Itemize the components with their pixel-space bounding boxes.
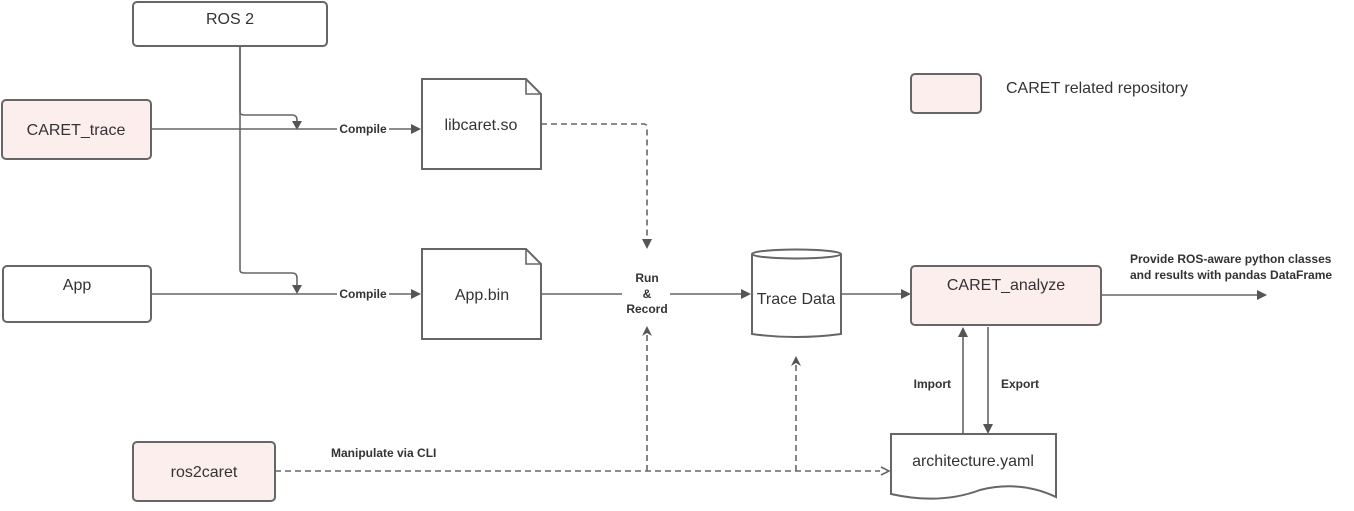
compile-label-top: Compile	[339, 122, 387, 136]
manipulate-label: Manipulate via CLI	[331, 446, 436, 460]
and-text: &	[643, 287, 652, 301]
architecture-diagram: ROS 2 CARET_trace App libcaret.so App.bi…	[1, 1, 1332, 502]
edge-ros2-to-trace-compile	[239, 46, 298, 122]
arrowhead-icon	[411, 124, 421, 134]
record-text: Record	[626, 302, 667, 316]
node-trace-data[interactable]: Trace Data	[751, 248, 842, 338]
legend: CARET related repository	[910, 73, 1188, 114]
node-caret-analyze[interactable]: CARET_analyze	[910, 265, 1102, 326]
arrowhead-icon	[983, 424, 993, 434]
node-architecture-yaml-label: architecture.yaml	[912, 453, 1034, 470]
arrowhead-icon	[411, 289, 421, 299]
arrowhead-icon	[901, 289, 911, 299]
import-label: Import	[914, 377, 951, 391]
arrowhead-icon	[1257, 290, 1267, 300]
node-ros2-label: ROS 2	[206, 11, 254, 28]
node-architecture-yaml[interactable]: architecture.yaml	[890, 433, 1057, 500]
arrowhead-icon	[292, 285, 302, 294]
node-ros2caret-label: ros2caret	[171, 464, 238, 481]
node-ros2[interactable]: ROS 2	[132, 1, 328, 47]
node-libcaret[interactable]: libcaret.so	[421, 78, 542, 170]
node-caret-analyze-label: CARET_analyze	[947, 277, 1065, 294]
arrowhead-icon	[958, 327, 968, 337]
provide-label-line1: Provide ROS-aware python classes	[1130, 252, 1332, 266]
node-app-label: App	[63, 277, 92, 294]
node-ros2caret[interactable]: ros2caret	[132, 441, 276, 502]
legend-label: CARET related repository	[1006, 80, 1188, 97]
node-app-bin-label: App.bin	[455, 287, 509, 304]
edge-libcaret-to-run	[541, 123, 648, 240]
node-app[interactable]: App	[2, 265, 152, 323]
node-caret-trace-label: CARET_trace	[27, 122, 126, 139]
node-libcaret-label: libcaret.so	[445, 117, 518, 134]
arrowhead-icon	[642, 326, 652, 336]
node-app-bin[interactable]: App.bin	[421, 248, 542, 340]
legend-swatch	[910, 73, 982, 114]
run-text: Run	[635, 271, 658, 285]
arrowhead-icon	[741, 289, 751, 299]
arrowhead-icon	[642, 239, 652, 249]
export-label: Export	[1001, 377, 1039, 391]
node-trace-data-label: Trace Data	[757, 291, 836, 308]
node-caret-trace[interactable]: CARET_trace	[1, 99, 152, 160]
run-record-label: Run & Record	[626, 271, 667, 316]
arrowhead-open-icon	[880, 466, 891, 476]
arrowhead-icon	[791, 356, 801, 366]
edge-ros2-to-app-compile	[239, 46, 298, 287]
compile-label-bottom: Compile	[339, 287, 387, 301]
provide-label-line2: and results with pandas DataFrame	[1130, 268, 1332, 282]
